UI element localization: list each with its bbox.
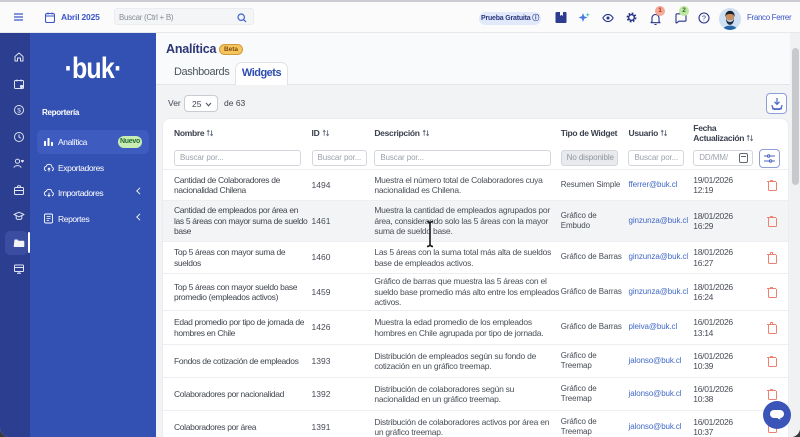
- svg-text:$: $: [17, 107, 21, 114]
- svg-text:?: ?: [702, 15, 706, 22]
